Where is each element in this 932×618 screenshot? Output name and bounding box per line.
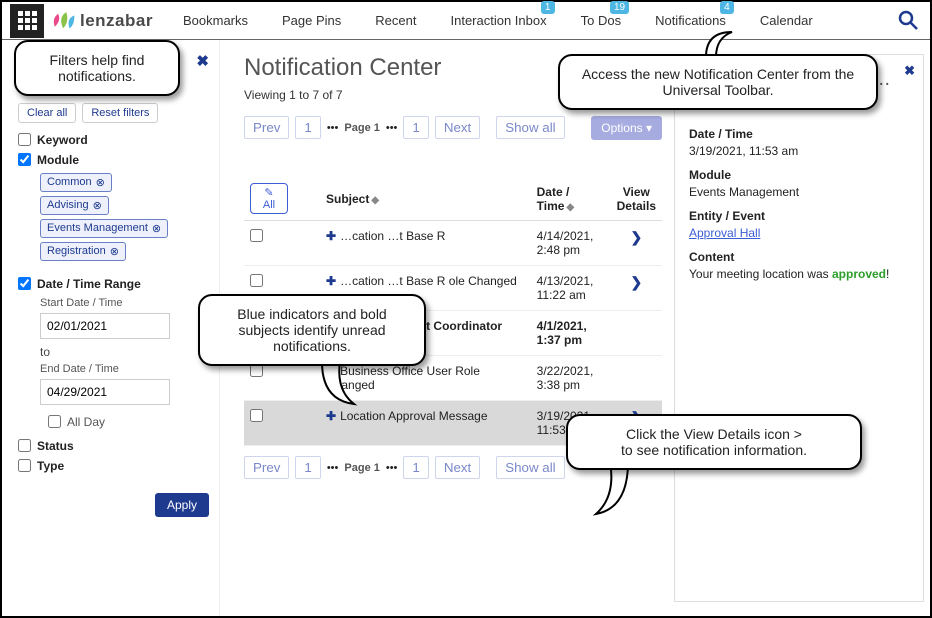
pager-dots: •••: [327, 122, 339, 134]
row-checkbox[interactable]: [250, 229, 263, 242]
col-subject[interactable]: Subject◆: [320, 177, 531, 221]
start-date-input[interactable]: [40, 313, 170, 339]
detail-module: Events Management: [689, 185, 799, 199]
remove-chip-icon[interactable]: ⊗: [110, 245, 119, 258]
clear-all-button[interactable]: Clear all: [18, 103, 76, 123]
col-datetime[interactable]: Date / Time◆: [531, 177, 611, 221]
show-all-button[interactable]: Show all: [496, 456, 564, 479]
nav-bookmarks[interactable]: Bookmarks: [183, 13, 248, 28]
chip-events[interactable]: Events Management⊗: [40, 219, 168, 238]
badge-notifications: 4: [720, 1, 734, 14]
module-chips: Common⊗ Advising⊗ Events Management⊗ Reg…: [40, 173, 209, 261]
chip-common[interactable]: Common⊗: [40, 173, 112, 192]
col-view: View Details: [611, 177, 662, 221]
detail-dt: 3/19/2021, 11:53 am: [689, 144, 798, 158]
prev-button[interactable]: Prev: [244, 456, 289, 479]
view-details-icon[interactable]: ❯: [630, 229, 642, 245]
page-1-button[interactable]: 1: [295, 116, 320, 139]
start-date-label: Start Date / Time: [40, 297, 209, 309]
search-icon[interactable]: [898, 10, 918, 30]
detail-entity-label: Entity / Event: [689, 209, 909, 223]
reset-filters-button[interactable]: Reset filters: [82, 103, 158, 123]
page-1-button[interactable]: 1: [403, 116, 428, 139]
detail-panel: ✖ Location Approval Me… Information Date…: [674, 54, 924, 602]
view-details-icon[interactable]: ❯: [630, 274, 642, 290]
plus-icon: ✚: [326, 409, 336, 423]
brand-text: lenzabar: [80, 11, 153, 31]
to-label: to: [40, 345, 209, 359]
callout-toolbar: Access the new Notification Center from …: [558, 54, 878, 110]
detail-entity-link[interactable]: Approval Hall: [689, 226, 760, 240]
detail-dt-label: Date / Time: [689, 127, 909, 141]
current-page: Page 1: [344, 462, 379, 474]
remove-chip-icon[interactable]: ⊗: [96, 176, 105, 189]
universal-toolbar: lenzabar Bookmarks Page Pins Recent Inte…: [2, 2, 930, 40]
nav-notifications[interactable]: Notifications4: [655, 13, 726, 28]
badge-inbox: 1: [541, 1, 555, 14]
nav: Bookmarks Page Pins Recent Interaction I…: [183, 13, 813, 28]
pager-dots: •••: [386, 122, 398, 134]
plus-icon: ✚: [326, 274, 336, 288]
current-page: Page 1: [344, 122, 379, 134]
row-checkbox[interactable]: [250, 274, 263, 287]
allday-checkbox[interactable]: All Day: [48, 415, 209, 429]
brand-logo: lenzabar: [50, 10, 153, 32]
nav-inbox[interactable]: Interaction Inbox1: [450, 13, 546, 28]
pager-dots: •••: [386, 462, 398, 474]
pager-top: Prev 1 ••• Page 1 ••• 1 Next Show all: [244, 116, 565, 139]
plus-icon: ✚: [326, 229, 336, 243]
type-checkbox[interactable]: Type: [18, 459, 209, 473]
callout-filters: Filters help find notifications.: [14, 40, 180, 96]
detail-content-label: Content: [689, 250, 909, 264]
status-checkbox[interactable]: Status: [18, 439, 209, 453]
apply-button[interactable]: Apply: [155, 493, 209, 517]
callout-tail-icon: [318, 360, 358, 406]
table-row[interactable]: ✚…cation …t Base R4/14/2021, 2:48 pm❯: [244, 221, 662, 266]
callout-unread: Blue indicators and bold subjects identi…: [198, 294, 426, 366]
nav-pagepins[interactable]: Page Pins: [282, 13, 341, 28]
nav-todos[interactable]: To Dos19: [581, 13, 621, 28]
filter-panel: ✖ Notification Center Filter Clear all R…: [2, 40, 220, 616]
select-all-button[interactable]: ✎ All: [250, 183, 288, 214]
nav-calendar[interactable]: Calendar: [760, 13, 813, 28]
pager-dots: •••: [327, 462, 339, 474]
show-all-button[interactable]: Show all: [496, 116, 564, 139]
close-detail-icon[interactable]: ✖: [904, 63, 915, 79]
sort-icon: ◆: [566, 202, 574, 213]
leaf-icon: [50, 10, 76, 32]
close-filter-icon[interactable]: ✖: [196, 52, 209, 70]
nav-recent[interactable]: Recent: [375, 13, 416, 28]
next-button[interactable]: Next: [435, 116, 480, 139]
detail-content: Your meeting location was approved!: [689, 267, 889, 281]
sort-icon: ◆: [371, 195, 379, 206]
callout-viewdetails: Click the View Details icon >to see noti…: [566, 414, 862, 470]
row-checkbox[interactable]: [250, 409, 263, 422]
end-date-input[interactable]: [40, 379, 170, 405]
chip-registration[interactable]: Registration⊗: [40, 242, 126, 261]
options-button[interactable]: Options ▾: [591, 116, 662, 140]
datetime-range-checkbox[interactable]: Date / Time Range: [18, 277, 209, 291]
remove-chip-icon[interactable]: ⊗: [93, 199, 102, 212]
page-1-button[interactable]: 1: [403, 456, 428, 479]
end-date-label: End Date / Time: [40, 363, 209, 375]
badge-todos: 19: [610, 1, 629, 14]
apps-launcher-icon[interactable]: [10, 4, 44, 38]
remove-chip-icon[interactable]: ⊗: [152, 222, 161, 235]
page-1-button[interactable]: 1: [295, 456, 320, 479]
module-checkbox[interactable]: Module: [18, 153, 209, 167]
next-button[interactable]: Next: [435, 456, 480, 479]
keyword-checkbox[interactable]: Keyword: [18, 133, 209, 147]
detail-module-label: Module: [689, 168, 909, 182]
prev-button[interactable]: Prev: [244, 116, 289, 139]
chip-advising[interactable]: Advising⊗: [40, 196, 109, 215]
